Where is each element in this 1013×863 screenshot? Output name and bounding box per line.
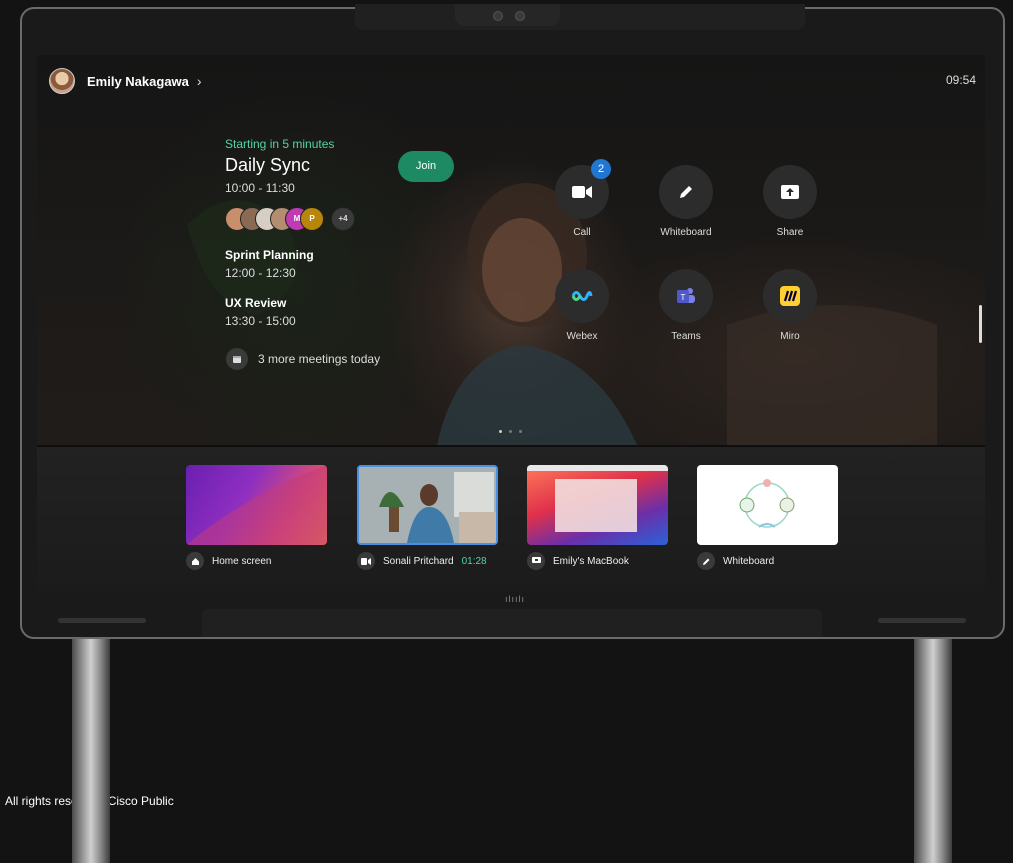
app-label: Miro: [780, 331, 800, 342]
page-indicator[interactable]: [499, 430, 522, 433]
camera-sensor-icon: [515, 11, 525, 21]
share-screen-icon: [763, 165, 817, 219]
meeting-time: 12:00 - 12:30: [225, 266, 296, 280]
app-label: Teams: [671, 331, 701, 342]
call-duration: 01:28: [461, 555, 487, 567]
video-camera-icon: 2: [555, 159, 611, 219]
notification-badge: 2: [591, 159, 611, 179]
tile-label: Home screen: [212, 555, 272, 567]
home-screen: Emily Nakagawa › 09:54 Starting in 5 min…: [37, 55, 985, 591]
teams-logo-icon: T: [659, 269, 713, 323]
home-icon: [186, 552, 204, 570]
stand-leg-left: [72, 638, 110, 863]
scrollbar[interactable]: [979, 305, 982, 343]
meeting-time: 10:00 - 11:30: [225, 181, 295, 195]
chevron-right-icon: ›: [196, 73, 202, 89]
join-button[interactable]: Join: [398, 151, 454, 182]
whiteboard-button[interactable]: Whiteboard: [651, 165, 721, 238]
more-meetings-label: 3 more meetings today: [258, 352, 381, 366]
svg-text:T: T: [681, 293, 686, 302]
webex-logo-icon: [555, 269, 609, 323]
app-label: Webex: [566, 331, 598, 342]
user-name: Emily Nakagawa: [87, 73, 189, 89]
pen-icon: [697, 552, 715, 570]
avatar: [49, 68, 75, 94]
tile-label: Sonali Pritchard: [383, 555, 454, 567]
share-button[interactable]: Share: [755, 165, 825, 238]
calendar-icon: [226, 348, 248, 370]
webex-button[interactable]: Webex: [547, 269, 617, 342]
meeting-time: 13:30 - 15:00: [225, 314, 296, 328]
miro-logo-icon: [763, 269, 817, 323]
extra-participants-badge: +4: [331, 207, 355, 231]
meeting-title: Daily Sync: [225, 155, 311, 175]
list-item[interactable]: Sprint Planning 12:00 - 12:30: [225, 248, 314, 280]
more-meetings-button[interactable]: 3 more meetings today: [226, 348, 380, 370]
tile-label: Whiteboard: [723, 555, 775, 567]
foot-right: [878, 618, 966, 623]
video-call-tile[interactable]: [357, 465, 498, 545]
call-button[interactable]: 2 Call: [547, 159, 617, 238]
source-tray: Home screen Sonali Pritchard 01:28 Emily…: [37, 447, 985, 591]
home-screen-label: Home screen: [186, 552, 271, 570]
camera-housing: [455, 4, 560, 26]
laptop-share-tile[interactable]: [527, 465, 668, 545]
page-dot: [509, 430, 512, 433]
whiteboard-label: Whiteboard: [697, 552, 774, 570]
miro-button[interactable]: Miro: [755, 269, 825, 342]
background-person-image: [187, 183, 937, 445]
page-dot: [499, 430, 502, 433]
app-label: Whiteboard: [660, 227, 712, 238]
video-camera-icon: [357, 552, 375, 570]
meeting-title: UX Review: [225, 296, 287, 310]
meeting-title: Sprint Planning: [225, 248, 314, 262]
user-profile-button[interactable]: Emily Nakagawa ›: [49, 68, 202, 94]
stand-leg-right: [914, 638, 952, 863]
page-dot: [519, 430, 522, 433]
app-label: Share: [776, 227, 804, 238]
home-screen-tile[interactable]: [186, 465, 327, 545]
list-item[interactable]: UX Review 13:30 - 15:00: [225, 296, 296, 328]
whiteboard-tile[interactable]: [697, 465, 838, 545]
clock: 09:54: [945, 73, 976, 87]
laptop-icon: [527, 552, 545, 570]
video-call-label: Sonali Pritchard 01:28: [357, 552, 487, 570]
meeting-status: Starting in 5 minutes: [225, 137, 335, 151]
stand-leg-overlap: [72, 786, 110, 816]
foot-left: [58, 618, 146, 623]
device-top-strip: [355, 4, 805, 30]
device-bottom-bar: [202, 609, 822, 637]
avatar: P: [300, 207, 324, 231]
laptop-share-label: Emily's MacBook: [527, 552, 629, 570]
app-label: Call: [573, 227, 591, 238]
tile-label: Emily's MacBook: [553, 555, 629, 567]
teams-button[interactable]: T Teams: [651, 269, 721, 342]
cisco-logo-icon: ılıılı: [505, 594, 526, 604]
camera-lens-icon: [493, 11, 503, 21]
pen-icon: [659, 165, 713, 219]
